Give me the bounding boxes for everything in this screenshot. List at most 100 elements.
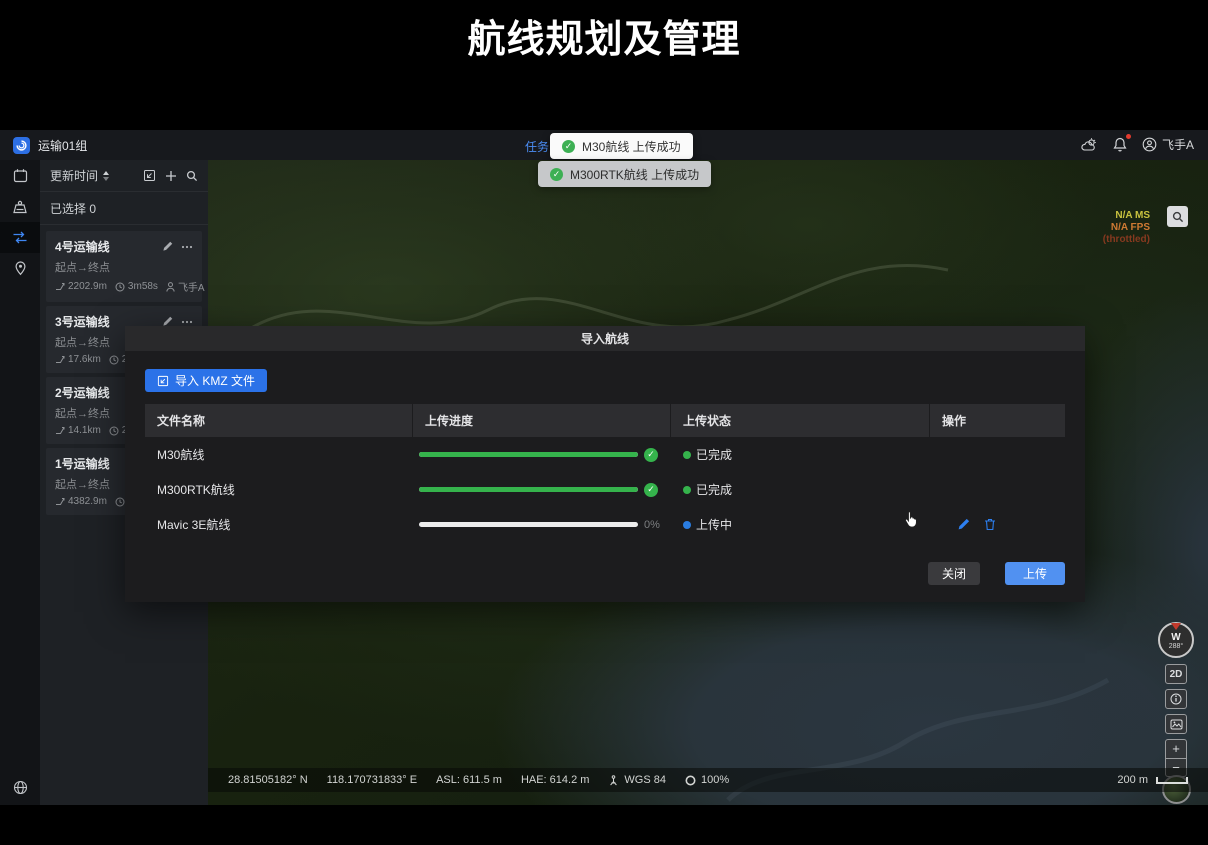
- progress-bar: [419, 522, 638, 527]
- sort-label: 更新时间: [50, 167, 98, 184]
- route-name: 1号运输线: [55, 455, 110, 472]
- route-icon: [55, 426, 65, 435]
- nav-globe-button[interactable]: [0, 780, 40, 795]
- toast-text: M30航线 上传成功: [582, 138, 681, 155]
- progress-bar: [419, 452, 638, 457]
- page-title: 航线规划及管理: [0, 8, 1208, 63]
- edit-route-icon[interactable]: [162, 241, 173, 252]
- weather-icon: [1081, 138, 1097, 151]
- latitude-readout: 28.81505182° N: [228, 774, 308, 786]
- route-icon: [55, 497, 65, 506]
- toast-upload-success-m300rtk: ✓ M300RTK航线 上传成功: [538, 161, 711, 187]
- compass-direction: W: [1171, 633, 1180, 643]
- add-route-icon[interactable]: [165, 170, 177, 182]
- route-name: 3号运输线: [55, 313, 110, 330]
- import-file-icon: [157, 375, 169, 387]
- status-dot: [683, 486, 691, 494]
- col-progress: 上传进度: [413, 404, 671, 437]
- col-actions: 操作: [930, 404, 1065, 437]
- route-icon: [55, 282, 65, 291]
- route-icon: [55, 355, 65, 364]
- datum-readout: WGS 84: [608, 774, 666, 786]
- dialog-title: 导入航线: [125, 326, 1085, 351]
- upload-table-header: 文件名称 上传进度 上传状态 操作: [145, 404, 1065, 437]
- file-name: Mavic 3E航线: [145, 516, 413, 533]
- user-name: 飞手A: [1162, 136, 1194, 153]
- table-row: M30航线 ✓ 已完成: [145, 437, 1065, 472]
- globe-icon: [13, 780, 28, 795]
- search-routes-icon[interactable]: [186, 170, 198, 182]
- user-menu[interactable]: 飞手A: [1142, 136, 1194, 153]
- success-check-icon: ✓: [550, 168, 563, 181]
- upload-table: 文件名称 上传进度 上传状态 操作 M30航线 ✓ 已完成: [145, 404, 1065, 542]
- success-check-icon: ✓: [562, 140, 575, 153]
- surveyor-icon: [608, 775, 619, 786]
- nav-rail: [0, 160, 40, 805]
- table-row: M300RTK航线 ✓ 已完成: [145, 472, 1065, 507]
- upload-status: 已完成: [671, 446, 930, 463]
- compass-control[interactable]: W 288°: [1158, 622, 1194, 658]
- brand: 运输01组: [13, 137, 87, 154]
- route-distance: 2202.9m: [55, 281, 107, 292]
- close-button[interactable]: 关闭: [928, 562, 980, 585]
- table-row: Mavic 3E航线 0% 上传中: [145, 507, 1065, 542]
- map-search-button[interactable]: [1167, 206, 1188, 227]
- compass-degrees: 288°: [1169, 643, 1183, 651]
- file-name: M30航线: [145, 446, 413, 463]
- nav-locations-button[interactable]: [0, 253, 40, 284]
- edit-file-icon[interactable]: [957, 518, 970, 531]
- delete-file-icon[interactable]: [984, 518, 996, 531]
- nav-devices-button[interactable]: [0, 191, 40, 222]
- route-name: 4号运输线: [55, 238, 110, 255]
- route-list-toolbar: 更新时间: [40, 160, 208, 192]
- team-name[interactable]: 运输01组: [38, 137, 87, 154]
- mouse-cursor: [903, 510, 919, 528]
- longitude-readout: 118.170731833° E: [327, 774, 417, 786]
- map-info-button[interactable]: [1165, 689, 1187, 709]
- dock-device-icon: [12, 200, 28, 214]
- route-distance: 17.6km: [55, 354, 101, 365]
- more-actions-icon[interactable]: [181, 245, 193, 249]
- clock-icon: [109, 355, 119, 365]
- tab-tasks[interactable]: 任务: [525, 138, 549, 155]
- zoom-in-button[interactable]: +: [1166, 740, 1186, 759]
- more-actions-icon[interactable]: [181, 320, 193, 324]
- clock-icon: [115, 497, 125, 507]
- import-route-icon[interactable]: [143, 169, 156, 182]
- sort-control[interactable]: 更新时间: [50, 167, 110, 184]
- scale-bar: [1156, 777, 1188, 784]
- flight-route-icon: [12, 231, 28, 244]
- import-routes-dialog: 导入航线 导入 KMZ 文件 文件名称 上传进度 上传状态 操作 M30航线: [125, 326, 1085, 602]
- upload-button[interactable]: 上传: [1005, 562, 1065, 585]
- app-window: N/A MS N/A FPS (throttled) W 288° 2D: [0, 130, 1208, 805]
- asl-readout: ASL: 611.5 m: [436, 774, 502, 786]
- status-dot: [683, 451, 691, 459]
- route-item-4[interactable]: 4号运输线 起点→终点 2202.9m: [46, 231, 202, 302]
- hae-readout: HAE: 614.2 m: [521, 774, 589, 786]
- progress-bar: [419, 487, 638, 492]
- app-logo-icon[interactable]: [13, 137, 30, 154]
- route-duration: 3m58s: [115, 281, 158, 292]
- map-layers-button[interactable]: [1165, 714, 1187, 734]
- gnss-percent-readout: 100%: [685, 774, 729, 786]
- bell-icon: [1113, 137, 1127, 152]
- file-name: M300RTK航线: [145, 481, 413, 498]
- weather-button[interactable]: [1080, 135, 1098, 153]
- status-dot: [683, 521, 691, 529]
- map-2d-toggle-button[interactable]: 2D: [1165, 664, 1187, 684]
- ms-readout: N/A MS: [1103, 210, 1150, 222]
- toast-text: M300RTK航线 上传成功: [570, 166, 699, 183]
- notifications-button[interactable]: [1111, 135, 1129, 153]
- render-performance: N/A MS N/A FPS (throttled): [1103, 210, 1150, 246]
- nav-routes-button[interactable]: [0, 222, 40, 253]
- map-pin-icon: [14, 261, 27, 276]
- info-icon: [1170, 693, 1182, 705]
- pilot-icon: [166, 282, 175, 292]
- sort-arrows-icon: [102, 171, 110, 181]
- route-distance: 4382.9m: [55, 496, 107, 507]
- import-kmz-button[interactable]: 导入 KMZ 文件: [145, 369, 267, 392]
- toast-upload-success-m30: ✓ M30航线 上传成功: [550, 133, 693, 159]
- nav-schedule-button[interactable]: [0, 160, 40, 191]
- route-distance: 14.1km: [55, 425, 101, 436]
- signal-ring-icon: [685, 775, 696, 786]
